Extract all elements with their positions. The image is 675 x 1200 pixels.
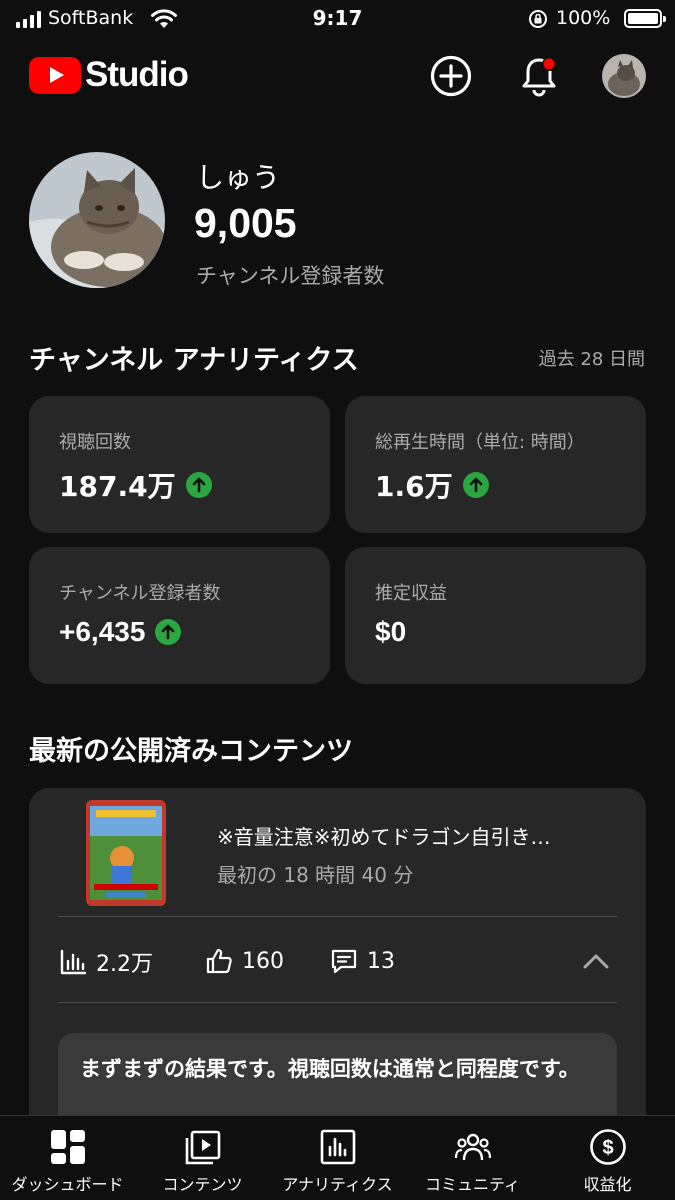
logo-text: Studio [85,55,189,94]
latest-content-card: ※音量注意※初めてドラゴン自引き… 最初の 18 時間 40 分 2.2万 16… [29,788,646,1148]
video-title[interactable]: ※音量注意※初めてドラゴン自引き… [217,821,617,850]
nav-label: アナリティクス [282,1175,393,1194]
views-count: 2.2万 [96,952,153,977]
orientation-lock-icon [529,10,547,28]
svg-text:$: $ [602,1137,613,1159]
community-icon [454,1133,491,1161]
studio-logo[interactable]: Studio [29,55,189,95]
analytics-title: チャンネル アナリティクス [29,345,359,376]
battery-icon [624,9,666,28]
chevron-up-icon[interactable] [581,950,611,972]
monetization-icon: $ [589,1129,626,1165]
subscribers-card[interactable]: チャンネル登録者数 +6,435 [29,547,330,684]
subscriber-count: 9,005 [194,200,297,246]
nav-monetization[interactable]: $ 収益化 [540,1116,675,1200]
divider [58,916,617,917]
nav-label: コミュニティ [424,1175,521,1194]
trend-up-icon [155,619,182,645]
latest-content-title: 最新の公開済みコンテンツ [29,736,353,767]
video-period: 最初の 18 時間 40 分 [217,863,414,887]
nav-dashboard[interactable]: ダッシュボード [0,1116,135,1200]
channel-avatar[interactable] [29,152,165,288]
nav-analytics[interactable]: アナリティクス [270,1116,405,1200]
video-thumbnail[interactable] [86,800,166,906]
video-comments: 13 [329,946,395,976]
views-value: 187.4万 [59,470,176,503]
create-icon[interactable] [430,55,472,97]
battery-percentage: 100% [556,7,611,29]
notification-badge [543,58,555,70]
trend-up-icon [185,472,212,498]
notifications-icon[interactable] [518,54,560,98]
thumbs-up-icon [206,948,232,974]
nav-content[interactable]: コンテンツ [135,1116,270,1200]
bar-chart-icon [60,949,87,975]
watch-time-card[interactable]: 総再生時間（単位: 時間） 1.6万 [345,396,646,533]
watch-time-label: 総再生時間（単位: 時間） [375,432,585,453]
account-avatar[interactable] [602,54,646,98]
watch-time-value: 1.6万 [375,470,453,503]
likes-count: 160 [242,948,284,974]
video-likes: 160 [204,946,284,976]
content-icon [185,1130,220,1165]
comment-icon [331,949,357,974]
analytics-icon [320,1129,355,1165]
nav-community[interactable]: コミュニティ [405,1116,540,1200]
nav-label: コンテンツ [162,1175,243,1194]
youtube-logo-icon [29,56,81,94]
subscribers-value: +6,435 [59,616,146,647]
subscriber-count-label: チャンネル登録者数 [196,264,385,288]
dashboard-icon [50,1130,85,1164]
revenue-value: $0 [375,616,407,647]
status-bar: SoftBank 9:17 100% [0,0,675,38]
nav-label: 収益化 [583,1175,632,1194]
bottom-navigation: ダッシュボード コンテンツ アナリティクス コミュニティ $ 収益化 [0,1115,675,1200]
trend-up-icon [462,472,489,498]
channel-name: しゅう [196,161,281,194]
analytics-period: 過去 28 日間 [538,349,645,370]
revenue-card[interactable]: 推定収益 $0 [345,547,646,684]
divider [58,1002,617,1003]
views-card[interactable]: 視聴回数 187.4万 [29,396,330,533]
revenue-label: 推定収益 [375,583,447,604]
subscribers-label: チャンネル登録者数 [59,583,221,604]
views-label: 視聴回数 [59,432,131,453]
video-views: 2.2万 [58,946,153,978]
nav-label: ダッシュボード [11,1175,124,1194]
comments-count: 13 [367,948,395,974]
